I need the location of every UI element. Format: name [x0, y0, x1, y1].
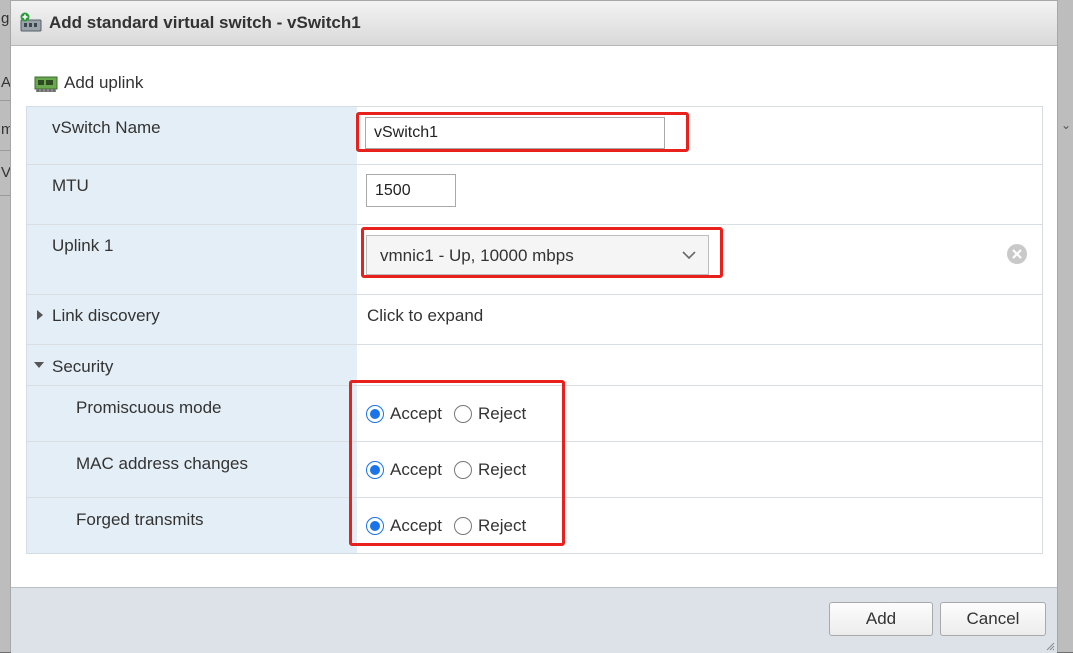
add-uplink-button[interactable]: Add uplink [34, 71, 143, 95]
remove-uplink-icon[interactable] [1006, 243, 1028, 265]
uplink1-row: Uplink 1 vmnic1 - Up, 10000 mbps [27, 225, 1042, 295]
radio-unselected-icon [453, 460, 472, 479]
security-label: Security [52, 357, 114, 376]
cancel-button[interactable]: Cancel [940, 602, 1046, 636]
promiscuous-mode-row: Promiscuous mode Accept Reject [27, 386, 1042, 442]
forged-accept-radio[interactable]: Accept [366, 516, 442, 536]
vswitch-name-input[interactable] [365, 117, 665, 149]
chevron-down-icon [682, 251, 696, 260]
forged-transmits-label: Forged transmits [76, 510, 204, 529]
promiscuous-mode-label: Promiscuous mode [76, 398, 222, 417]
mtu-input[interactable] [366, 174, 456, 207]
accept-label: Accept [390, 403, 442, 423]
background-text: g [1, 10, 10, 27]
network-card-icon [34, 76, 58, 92]
accept-label: Accept [390, 515, 442, 535]
mtu-row: MTU [27, 165, 1042, 225]
vswitch-form: vSwitch Name MTU Uplink 1 vmnic1 - Up, 1… [26, 106, 1043, 554]
add-vswitch-dialog: Add standard virtual switch - vSwitch1 A… [10, 0, 1058, 653]
vswitch-name-row: vSwitch Name [27, 107, 1042, 165]
chevron-down-icon: ⌄ [1061, 118, 1072, 132]
radio-selected-icon [366, 516, 384, 535]
radio-unselected-icon [453, 516, 472, 535]
uplink1-label: Uplink 1 [52, 236, 114, 255]
reject-label: Reject [477, 459, 527, 479]
link-discovery-label: Link discovery [52, 306, 160, 325]
radio-selected-icon [366, 460, 384, 479]
mac-address-changes-row: MAC address changes Accept Reject [27, 442, 1042, 498]
reject-label: Reject [477, 403, 527, 423]
mac-address-changes-radio-group: Accept Reject [366, 442, 538, 497]
resize-grip-icon[interactable] [1045, 641, 1055, 651]
add-uplink-label: Add uplink [64, 73, 144, 92]
mac-address-changes-label: MAC address changes [76, 454, 248, 473]
add-switch-icon [19, 12, 43, 34]
dialog-footer: Add Cancel [11, 587, 1057, 653]
add-button[interactable]: Add [829, 602, 933, 636]
promiscuous-accept-radio[interactable]: Accept [366, 404, 442, 424]
mac-accept-radio[interactable]: Accept [366, 460, 442, 480]
mtu-label: MTU [52, 176, 89, 195]
link-discovery-expand-text[interactable]: Click to expand [367, 306, 483, 326]
accept-label: Accept [390, 459, 442, 479]
dialog-titlebar: Add standard virtual switch - vSwitch1 [11, 1, 1057, 46]
expand-arrow-icon [37, 310, 43, 320]
uplink1-select[interactable]: vmnic1 - Up, 10000 mbps [366, 235, 709, 275]
forged-reject-radio[interactable]: Reject [453, 515, 527, 536]
mac-reject-radio[interactable]: Reject [453, 459, 527, 480]
collapse-arrow-icon [34, 362, 44, 368]
security-row[interactable]: Security [27, 345, 1042, 386]
radio-unselected-icon [453, 404, 472, 423]
forged-transmits-row: Forged transmits Accept Reject [27, 498, 1042, 553]
vswitch-name-label: vSwitch Name [52, 118, 161, 137]
promiscuous-reject-radio[interactable]: Reject [453, 403, 527, 424]
radio-selected-icon [366, 404, 384, 423]
forged-transmits-radio-group: Accept Reject [366, 498, 538, 553]
link-discovery-row[interactable]: Link discovery Click to expand [27, 295, 1042, 345]
dialog-title: Add standard virtual switch - vSwitch1 [49, 13, 361, 32]
reject-label: Reject [477, 515, 527, 535]
background-app-strip: g A m V [0, 0, 14, 652]
promiscuous-mode-radio-group: Accept Reject [366, 386, 538, 441]
uplink1-selected-value: vmnic1 - Up, 10000 mbps [380, 246, 574, 265]
background-app-right: ⌄ [1058, 0, 1073, 652]
